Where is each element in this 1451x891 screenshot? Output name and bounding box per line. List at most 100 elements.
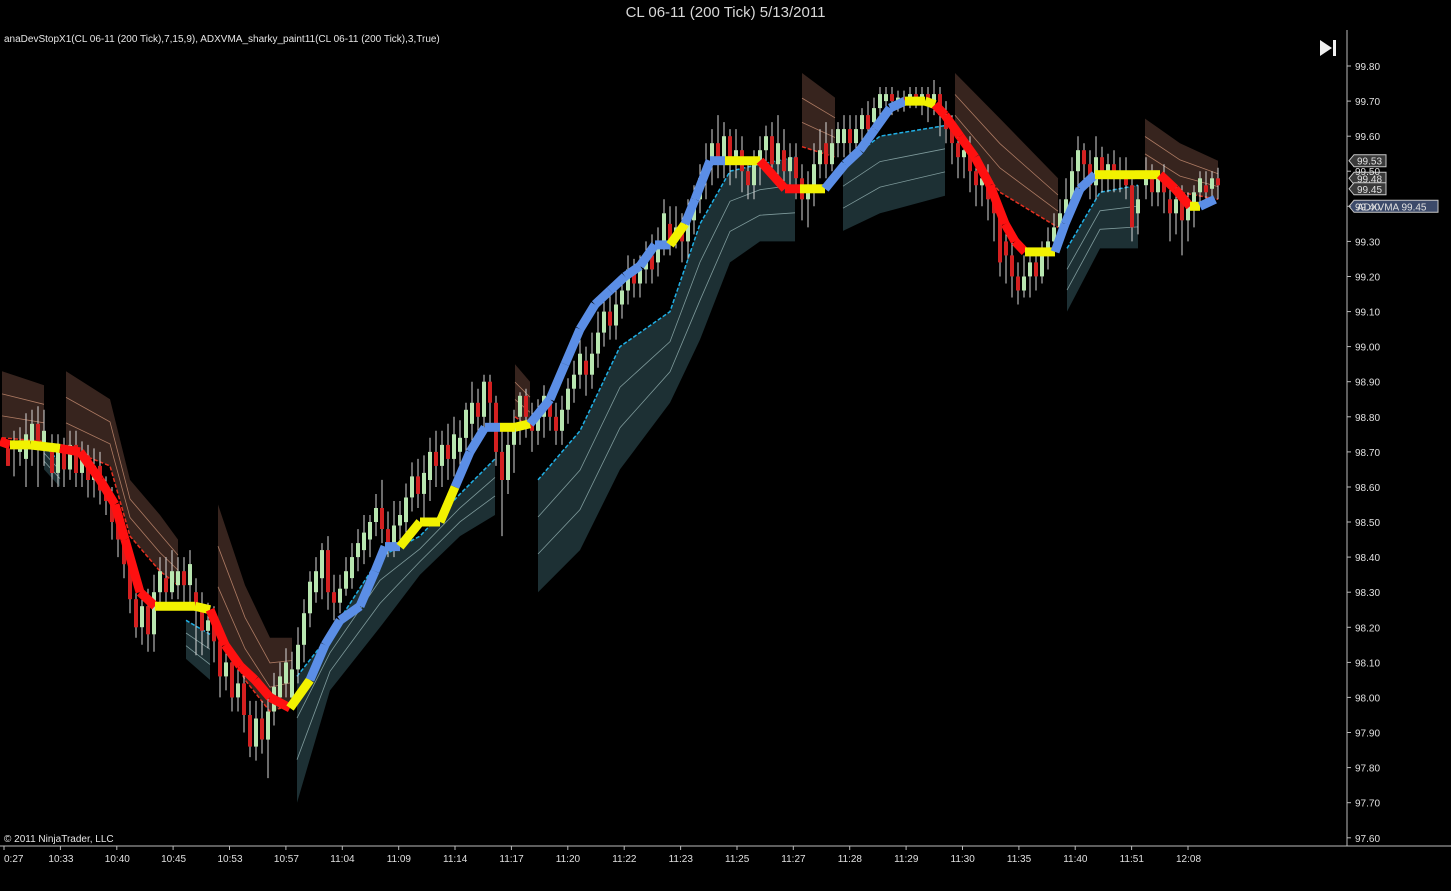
candle-down bbox=[134, 599, 138, 628]
time-tick-label: 11:09 bbox=[387, 854, 412, 865]
candle-up bbox=[140, 606, 144, 628]
candle-up bbox=[872, 108, 876, 123]
candle-up bbox=[830, 143, 834, 165]
price-marker-label: 99.45 bbox=[1357, 185, 1382, 196]
candle-up bbox=[314, 571, 318, 593]
candle-up bbox=[308, 581, 312, 614]
adxvma-segment bbox=[59, 443, 81, 457]
scroll-to-end-icon[interactable] bbox=[1318, 38, 1340, 58]
candle-down bbox=[326, 550, 330, 593]
time-tick-label: 11:30 bbox=[951, 854, 976, 865]
price-tick-label: 99.40 bbox=[1355, 202, 1380, 213]
price-tick-label: 99.20 bbox=[1355, 273, 1380, 284]
time-tick-label: 10:53 bbox=[218, 854, 243, 865]
candle-down bbox=[62, 451, 66, 470]
price-tick-label: 97.90 bbox=[1355, 729, 1380, 740]
price-tick-label: 99.10 bbox=[1355, 308, 1380, 319]
price-tick-label: 98.50 bbox=[1355, 518, 1380, 529]
time-tick-label: 11:40 bbox=[1063, 854, 1088, 865]
candle-up bbox=[356, 543, 360, 558]
time-tick-label: 11:17 bbox=[499, 854, 524, 865]
price-marker-label: 99.53 bbox=[1357, 157, 1382, 168]
candle-up bbox=[458, 437, 462, 452]
candle-up bbox=[878, 94, 882, 109]
time-tick-label: 10:45 bbox=[161, 854, 186, 865]
candle-up bbox=[1022, 276, 1026, 291]
candle-up bbox=[1210, 178, 1214, 189]
candle-down bbox=[770, 136, 774, 165]
candle-down bbox=[386, 529, 390, 544]
price-tick-label: 97.80 bbox=[1355, 764, 1380, 775]
candle-up bbox=[836, 129, 840, 144]
price-tick-label: 99.00 bbox=[1355, 343, 1380, 354]
candle-up bbox=[284, 662, 288, 684]
adxvma-segment bbox=[0, 437, 12, 450]
candle-down bbox=[1130, 185, 1134, 228]
candle-up bbox=[452, 434, 456, 459]
candle-up bbox=[320, 550, 324, 579]
price-tick-label: 98.70 bbox=[1355, 448, 1380, 459]
candle-down bbox=[794, 157, 798, 179]
time-tick-label: 11:35 bbox=[1007, 854, 1032, 865]
candle-up bbox=[338, 588, 342, 603]
candle-down bbox=[1168, 199, 1172, 214]
candle-down bbox=[200, 609, 204, 631]
candle-up bbox=[266, 711, 270, 740]
adxvma-segment bbox=[923, 96, 937, 109]
adxvma-segment bbox=[29, 440, 61, 453]
candle-down bbox=[782, 150, 786, 172]
candle-up bbox=[1174, 199, 1178, 214]
candle-down bbox=[1010, 255, 1014, 277]
price-tick-label: 98.40 bbox=[1355, 553, 1380, 564]
price-tick-label: 97.70 bbox=[1355, 799, 1380, 810]
time-tick-label: 11:27 bbox=[781, 854, 806, 865]
candle-up bbox=[1076, 150, 1080, 172]
candle-down bbox=[6, 448, 10, 466]
candle-up bbox=[428, 451, 432, 480]
candle-up bbox=[236, 683, 240, 698]
candle-down bbox=[956, 143, 960, 158]
candle-up bbox=[188, 564, 192, 586]
candle-down bbox=[182, 571, 186, 586]
time-tick-label: 10:40 bbox=[105, 854, 130, 865]
candle-up bbox=[572, 374, 576, 389]
candle-up bbox=[158, 571, 162, 593]
candle-down bbox=[434, 451, 438, 466]
price-tick-label: 98.30 bbox=[1355, 588, 1380, 599]
candle-up bbox=[368, 522, 372, 540]
candle-up bbox=[506, 444, 510, 480]
time-tick-label: 11:22 bbox=[612, 854, 637, 865]
candle-down bbox=[554, 416, 558, 431]
candle-up bbox=[362, 532, 366, 551]
candle-down bbox=[146, 606, 150, 635]
candle-up bbox=[404, 497, 408, 523]
candle-down bbox=[248, 715, 252, 747]
candle-up bbox=[560, 409, 564, 431]
candle-up bbox=[440, 444, 444, 466]
candle-up bbox=[374, 508, 378, 522]
candle-up bbox=[254, 718, 258, 747]
candle-down bbox=[488, 381, 492, 403]
candle-down bbox=[890, 94, 894, 102]
candle-down bbox=[416, 476, 420, 494]
candle-up bbox=[398, 515, 402, 526]
candle-up bbox=[1198, 178, 1202, 193]
candle-down bbox=[1082, 150, 1086, 165]
candle-down bbox=[608, 311, 612, 326]
price-tick-label: 98.10 bbox=[1355, 658, 1380, 669]
price-tick-label: 98.90 bbox=[1355, 378, 1380, 389]
candle-up bbox=[788, 157, 792, 172]
candle-up bbox=[662, 213, 666, 242]
candle-down bbox=[164, 578, 168, 593]
time-tick-label: 11:51 bbox=[1120, 854, 1145, 865]
price-chart[interactable]: 99.5399.4899.45ADXVMA 99.45 99.8099.7099… bbox=[0, 0, 1451, 891]
candle-up bbox=[1156, 178, 1160, 193]
price-tick-label: 97.60 bbox=[1355, 834, 1380, 845]
time-tick-label: 12:08 bbox=[1176, 854, 1201, 865]
candle-down bbox=[1204, 185, 1208, 193]
time-tick-label: 11:29 bbox=[894, 854, 919, 865]
candle-down bbox=[446, 444, 450, 459]
candle-down bbox=[848, 129, 852, 144]
time-tick-label: 11:14 bbox=[443, 854, 468, 865]
candle-down bbox=[716, 143, 720, 158]
